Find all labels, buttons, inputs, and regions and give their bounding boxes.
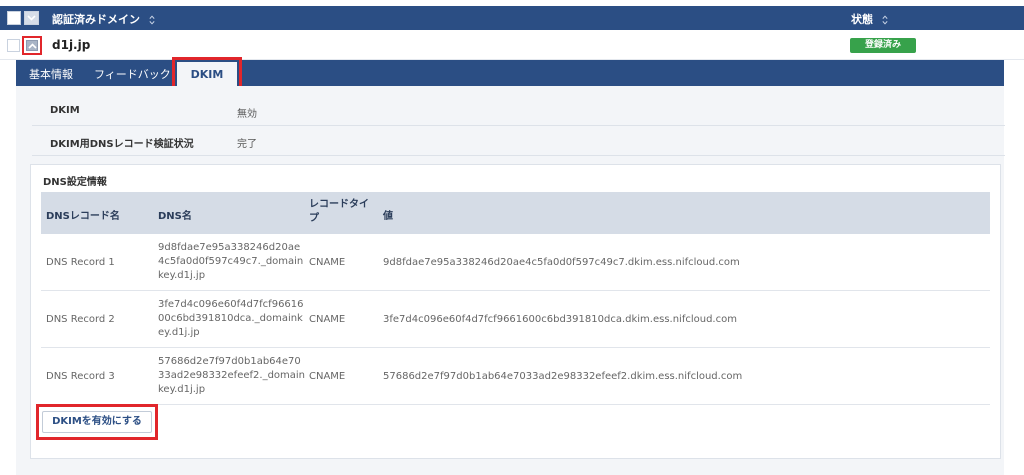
column-header: レコードタイプ (309, 199, 369, 224)
column-header: 値 (383, 211, 393, 222)
record-value: 3fe7d4c096e60f4d7fcf9661600c6bd391810dca… (383, 314, 737, 325)
record-type: CNAME (309, 314, 346, 325)
info-value: 無効 (237, 109, 257, 120)
record-value: 9d8fdae7e95a338246d20ae4c5fa0d0f597c49c7… (383, 257, 740, 268)
sort-icon (882, 15, 888, 25)
table-row: DNS Record 1 9d8fdae7e95a338246d20ae4c5f… (41, 234, 990, 291)
tab-basic-info[interactable]: 基本情報 (29, 66, 73, 82)
info-row-dkim: DKIM 無効 (32, 96, 1005, 126)
dns-table: DNSレコード名 DNS名 レコードタイプ 値 DNS Record 1 9d8… (41, 192, 990, 405)
status-badge: 登録済み (850, 38, 916, 53)
collapse-button[interactable] (26, 40, 38, 51)
column-header-domain[interactable]: 認証済みドメイン (52, 11, 155, 27)
tab-dkim[interactable]: DKIM (177, 62, 237, 86)
tab-feedback[interactable]: フィードバック (94, 66, 171, 82)
table-row: DNS Record 2 3fe7d4c096e60f4d7fcf9661600… (41, 291, 990, 348)
sort-icon (149, 15, 155, 25)
table-row: DNS Record 3 57686d2e7f97d0b1ab64e7033ad… (41, 348, 990, 405)
select-all-checkbox[interactable] (7, 11, 21, 25)
chevron-up-icon (28, 43, 37, 49)
info-label: DKIM用DNSレコード検証状況 (50, 139, 194, 150)
dns-name: 9d8fdae7e95a338246d20ae4c5fa0d0f597c49c7… (158, 242, 304, 281)
dns-settings-section: DNS設定情報 DNSレコード名 DNS名 レコードタイプ 値 DNS Reco… (30, 164, 1001, 459)
column-header: DNSレコード名 (46, 211, 120, 222)
record-type: CNAME (309, 257, 346, 268)
dns-name: 3fe7d4c096e60f4d7fcf9661600c6bd391810dca… (158, 299, 304, 338)
table-header: 認証済みドメイン 状態 (0, 6, 1024, 30)
info-row-dns-verification: DKIM用DNSレコード検証状況 完了 (32, 126, 1005, 156)
bulk-action-dropdown[interactable] (24, 11, 39, 25)
record-name: DNS Record 2 (46, 314, 115, 325)
record-name: DNS Record 3 (46, 371, 115, 382)
chevron-down-icon (27, 15, 36, 21)
detail-tabs: 基本情報 フィードバック (16, 60, 1004, 86)
column-header-status[interactable]: 状態 (851, 11, 888, 27)
record-name: DNS Record 1 (46, 257, 115, 268)
dns-name: 57686d2e7f97d0b1ab64e7033ad2e98332efeef2… (158, 356, 306, 395)
table-header-row: DNSレコード名 DNS名 レコードタイプ 値 (41, 192, 990, 234)
enable-dkim-button[interactable]: DKIMを有効にする (42, 411, 152, 433)
section-title: DNS設定情報 (43, 177, 107, 188)
column-header: DNS名 (158, 211, 192, 222)
info-value: 完了 (237, 139, 257, 150)
row-checkbox[interactable] (7, 39, 20, 52)
record-value: 57686d2e7f97d0b1ab64e7033ad2e98332efeef2… (383, 371, 743, 382)
info-label: DKIM (50, 105, 80, 116)
collapse-highlight (22, 36, 42, 55)
record-type: CNAME (309, 371, 346, 382)
enable-dkim-highlight: DKIMを有効にする (36, 404, 158, 440)
domain-name: d1j.jp (52, 38, 91, 52)
